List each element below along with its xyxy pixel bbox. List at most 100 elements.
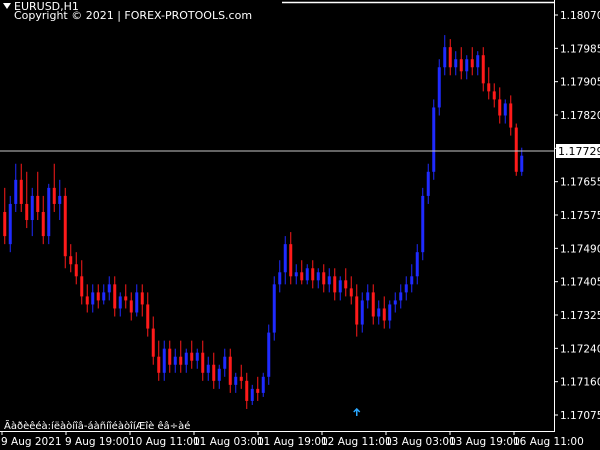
candle (113, 276, 117, 317)
candle (25, 171, 29, 229)
candle (426, 163, 430, 204)
candle-body (349, 288, 353, 297)
candle-body (267, 332, 271, 377)
candle-body (113, 284, 117, 309)
candle (300, 260, 304, 285)
indicator-label: Ãàðèêéà:íëàòíîâ-áàñíîéàòîíÆîè êâ÷àé (4, 421, 191, 432)
candle-body (305, 268, 309, 281)
candle (228, 348, 232, 393)
candle (432, 99, 436, 180)
candle (162, 340, 166, 381)
candle (366, 284, 370, 309)
candle (371, 284, 375, 325)
candle-body (322, 272, 326, 285)
candle (102, 284, 106, 305)
candle-body (421, 195, 425, 253)
candle-body (498, 99, 502, 116)
candle-body (366, 292, 370, 301)
time-tick-label: 13 Aug 03:00 (385, 436, 456, 448)
price-tick-label: 1.17905 (560, 77, 600, 89)
candle (382, 296, 386, 329)
candle (267, 324, 271, 385)
price-tick-label: 1.17240 (560, 343, 600, 355)
price-tick-label: 1.17160 (560, 377, 600, 389)
candle (437, 59, 441, 116)
candle (399, 284, 403, 309)
candle (140, 284, 144, 317)
candle-body (520, 155, 524, 172)
time-tick-label: 11 Aug 19:00 (257, 436, 328, 448)
candle (190, 340, 194, 369)
candle (283, 236, 287, 285)
candle (217, 364, 221, 389)
candle-body (454, 59, 458, 68)
candle-body (118, 296, 122, 309)
time-tick-label: 9 Aug 19:00 (65, 436, 129, 448)
candle (157, 340, 161, 381)
candle (234, 372, 238, 393)
candle-body (223, 356, 227, 369)
candle-body (129, 300, 133, 313)
candle-body (212, 364, 216, 381)
candle (3, 187, 7, 245)
candle-body (465, 59, 469, 72)
candle-body (52, 187, 56, 204)
candle-body (146, 304, 150, 329)
candle-body (399, 292, 403, 301)
candle-body (470, 59, 474, 68)
candle (520, 147, 524, 176)
candle-body (168, 348, 172, 365)
price-axis[interactable]: 1.180701.179851.179051.178201.177351.176… (554, 10, 600, 422)
candle (333, 268, 337, 301)
candle (135, 284, 139, 317)
price-chart[interactable]: 1.180701.179851.179051.178201.177351.176… (0, 0, 600, 450)
candle-body (25, 203, 29, 221)
candle (96, 284, 100, 309)
candle (201, 340, 205, 381)
candle (212, 352, 216, 389)
candle (443, 35, 447, 76)
candle-body (272, 284, 276, 333)
candle (14, 163, 18, 212)
candle-body (74, 264, 78, 277)
candle-body (459, 59, 463, 72)
candle-body (36, 195, 40, 212)
candle-body (443, 47, 447, 68)
candle-body (437, 67, 441, 108)
candle (360, 292, 364, 333)
candle-body (415, 252, 419, 277)
candle-body (184, 352, 188, 365)
candle-body (124, 296, 128, 301)
triangle-down-icon[interactable] (3, 3, 11, 9)
candle-body (333, 276, 337, 293)
price-tick-label: 1.18070 (560, 10, 600, 22)
candle (272, 276, 276, 341)
candle-body (80, 276, 84, 297)
candle (69, 244, 73, 273)
time-tick-label: 9 Aug 2021 (1, 436, 62, 448)
candle (30, 187, 34, 237)
time-tick-label: 16 Aug 11:00 (513, 436, 584, 448)
candle (19, 163, 23, 212)
candle (36, 171, 40, 221)
time-axis[interactable]: 9 Aug 2021 9 Aug 19:00 10 Aug 11:00 11 Aug … (1, 431, 584, 448)
candle (41, 195, 45, 245)
candle (355, 284, 359, 337)
price-tick-label: 1.17075 (560, 410, 600, 422)
candle-body (30, 195, 34, 221)
time-tick-label: 12 Aug 11:00 (321, 436, 392, 448)
candle-body (3, 211, 7, 237)
price-tick-label: 1.17325 (560, 310, 600, 322)
time-tick-label: 10 Aug 11:00 (129, 436, 200, 448)
candle (256, 376, 260, 401)
candle-body (91, 292, 95, 305)
candle-body (151, 328, 155, 357)
candle (294, 264, 298, 285)
candle-body (509, 103, 513, 128)
candle (52, 163, 56, 212)
candle-body (234, 376, 238, 385)
candle (289, 232, 293, 285)
candle-body (261, 376, 265, 393)
candle (327, 268, 331, 293)
candle-body (19, 179, 23, 204)
